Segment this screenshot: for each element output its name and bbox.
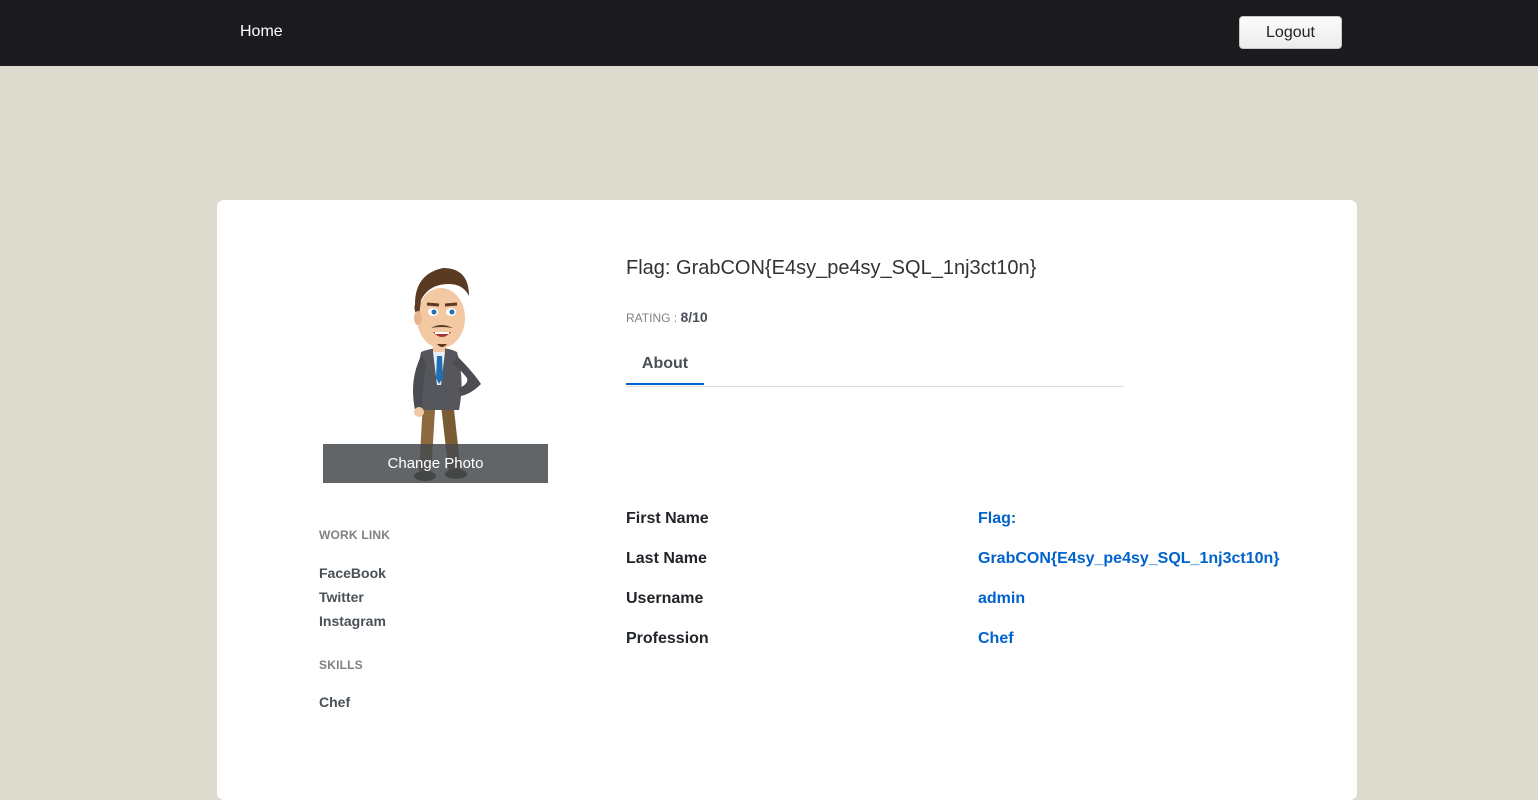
profile-card: Change Photo WORK LINK FaceBook Twitter … <box>217 200 1357 800</box>
logout-button[interactable]: Logout <box>1239 16 1342 49</box>
profession-value: Chef <box>978 630 1014 647</box>
skills-heading: SKILLS <box>319 658 363 672</box>
profession-label: Profession <box>626 630 709 647</box>
last-name-value: GrabCON{E4sy_pe4sy_SQL_1nj3ct10n} <box>978 550 1280 567</box>
profile-tabs: About <box>626 345 1124 387</box>
rating-label: RATING : <box>626 311 681 325</box>
rating: RATING : 8/10 <box>626 309 708 325</box>
last-name-label: Last Name <box>626 550 707 567</box>
first-name-label: First Name <box>626 510 709 527</box>
instagram-link[interactable]: Instagram <box>319 613 386 629</box>
twitter-link[interactable]: Twitter <box>319 589 364 605</box>
facebook-link[interactable]: FaceBook <box>319 565 386 581</box>
profile-photo: Change Photo <box>323 260 548 483</box>
change-photo-button[interactable]: Change Photo <box>323 444 548 483</box>
nav-home-link[interactable]: Home <box>240 23 283 41</box>
username-label: Username <box>626 590 704 607</box>
skill-item[interactable]: Chef <box>319 694 350 710</box>
profile-name-title: Flag: GrabCON{E4sy_pe4sy_SQL_1nj3ct10n} <box>626 257 1037 279</box>
first-name-value: Flag: <box>978 510 1017 527</box>
rating-value: 8/10 <box>680 309 708 325</box>
tab-about[interactable]: About <box>626 345 704 385</box>
username-value: admin <box>978 590 1026 607</box>
top-navbar: Home Logout <box>0 0 1538 66</box>
work-link-heading: WORK LINK <box>319 528 391 542</box>
